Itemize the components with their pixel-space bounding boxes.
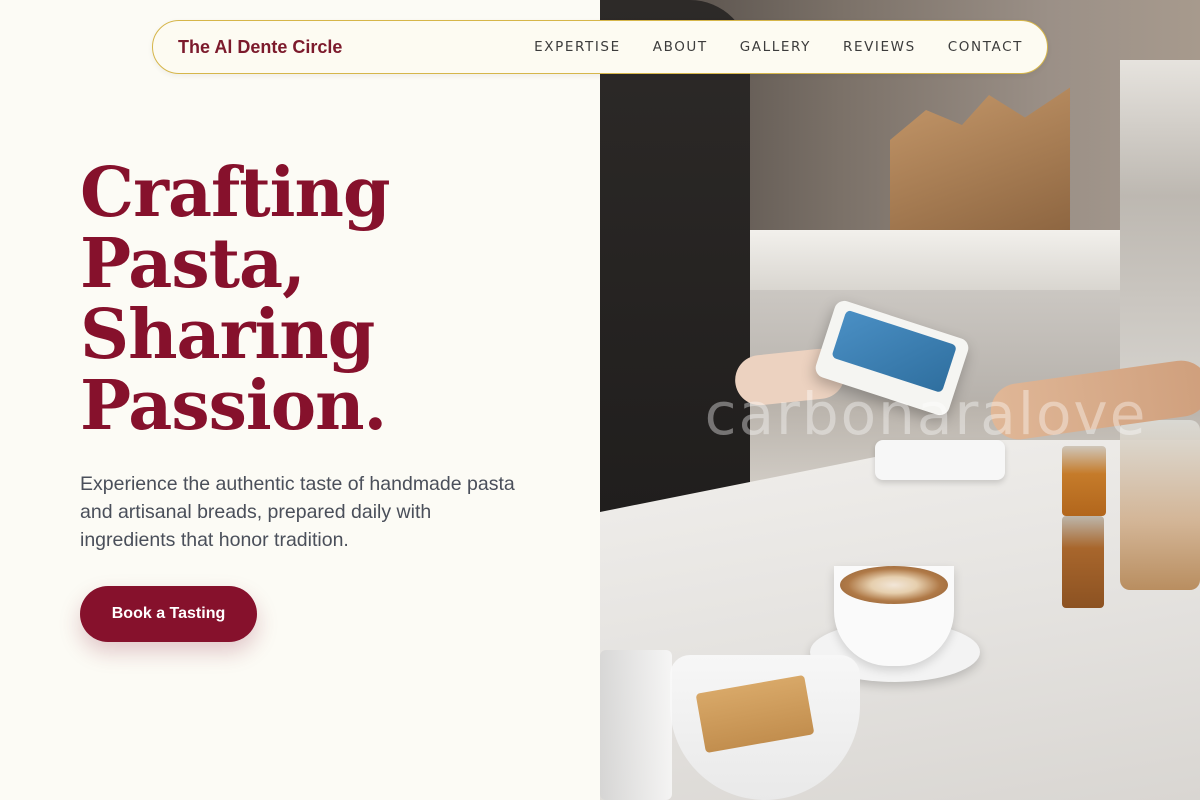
latte-art xyxy=(840,566,948,604)
spice-jar xyxy=(1062,446,1106,516)
brand-logo[interactable]: The Al Dente Circle xyxy=(178,37,342,58)
hero-title-line: Passion. xyxy=(80,366,387,446)
top-navbar: The Al Dente Circle EXPERTISE ABOUT GALL… xyxy=(152,20,1048,74)
hero-title-line: Pasta, xyxy=(80,224,306,304)
spice-jar xyxy=(1062,516,1104,608)
nav-links: EXPERTISE ABOUT GALLERY REVIEWS CONTACT xyxy=(534,39,1023,55)
nav-link-contact[interactable]: CONTACT xyxy=(948,39,1023,55)
water-glass xyxy=(600,650,672,800)
hero-title-line: Sharing xyxy=(80,295,375,375)
image-watermark: carbonaralove xyxy=(704,380,1148,448)
espresso-machine xyxy=(1120,60,1200,400)
hero-title-line: Crafting xyxy=(80,153,391,233)
hero-title: Crafting Pasta, Sharing Passion. xyxy=(80,158,560,442)
nav-link-about[interactable]: ABOUT xyxy=(653,39,708,55)
nav-link-expertise[interactable]: EXPERTISE xyxy=(534,39,621,55)
book-tasting-button[interactable]: Book a Tasting xyxy=(80,586,257,642)
nav-link-reviews[interactable]: REVIEWS xyxy=(843,39,916,55)
hero-image: carbonaralove xyxy=(600,0,1200,800)
nav-link-gallery[interactable]: GALLERY xyxy=(740,39,811,55)
hero-subtitle: Experience the authentic taste of handma… xyxy=(80,473,515,551)
customer-figure xyxy=(600,0,750,560)
